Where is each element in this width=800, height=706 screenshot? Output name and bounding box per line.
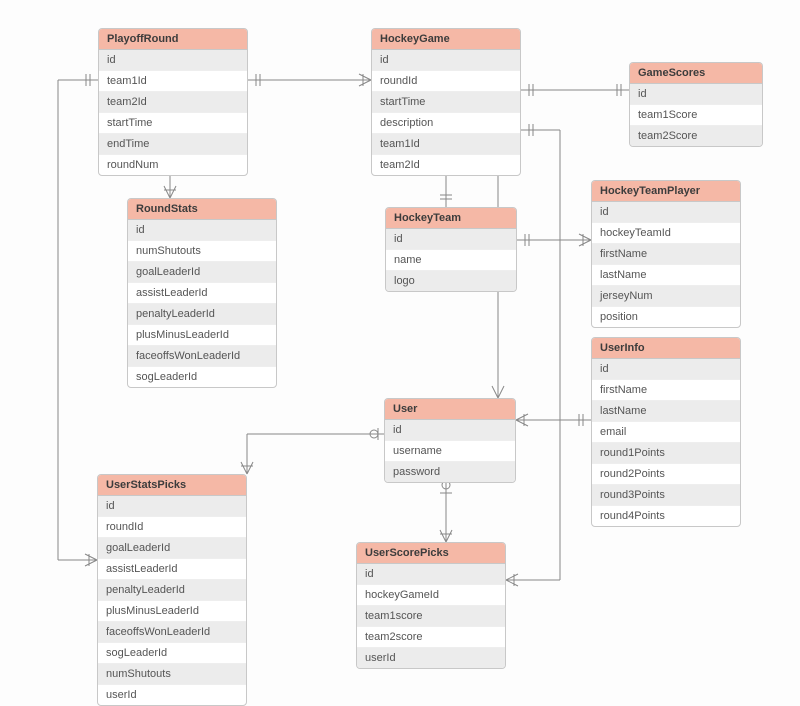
entity-field: position (592, 307, 740, 327)
entity-title: PlayoffRound (99, 29, 247, 50)
entity-field: goalLeaderId (98, 538, 246, 559)
entity-userinfo: UserInfoidfirstNamelastNameemailround1Po… (591, 337, 741, 527)
entity-field: round2Points (592, 464, 740, 485)
entity-field: team1Score (630, 105, 762, 126)
entity-roundstats: RoundStatsidnumShutoutsgoalLeaderIdassis… (127, 198, 277, 388)
entity-field: team1Id (372, 134, 520, 155)
entity-field: id (372, 50, 520, 71)
entity-field: roundId (372, 71, 520, 92)
entity-title: GameScores (630, 63, 762, 84)
entity-field: numShutouts (128, 241, 276, 262)
entity-hockeyteamplayer: HockeyTeamPlayeridhockeyTeamIdfirstNamel… (591, 180, 741, 328)
entity-field: id (385, 420, 515, 441)
entity-title: HockeyGame (372, 29, 520, 50)
entity-field: startTime (99, 113, 247, 134)
entity-userscorepicks: UserScorePicksidhockeyGameIdteam1scorete… (356, 542, 506, 669)
entity-field: goalLeaderId (128, 262, 276, 283)
entity-field: sogLeaderId (98, 643, 246, 664)
entity-field: team2Id (99, 92, 247, 113)
entity-field: description (372, 113, 520, 134)
entity-field: jerseyNum (592, 286, 740, 307)
entity-user: Useridusernamepassword (384, 398, 516, 483)
entity-field: numShutouts (98, 664, 246, 685)
entity-title: UserStatsPicks (98, 475, 246, 496)
entity-field: logo (386, 271, 516, 291)
entity-field: penaltyLeaderId (128, 304, 276, 325)
entity-title: HockeyTeamPlayer (592, 181, 740, 202)
entity-hockeygame: HockeyGameidroundIdstartTimedescriptiont… (371, 28, 521, 176)
entity-field: id (99, 50, 247, 71)
entity-title: RoundStats (128, 199, 276, 220)
entity-field: startTime (372, 92, 520, 113)
entity-field: id (592, 202, 740, 223)
entity-field: hockeyTeamId (592, 223, 740, 244)
entity-title: User (385, 399, 515, 420)
entity-field: userId (357, 648, 505, 668)
entity-field: penaltyLeaderId (98, 580, 246, 601)
entity-gamescores: GameScoresidteam1Scoreteam2Score (629, 62, 763, 147)
entity-title: UserInfo (592, 338, 740, 359)
entity-playoffround: PlayoffRoundidteam1Idteam2IdstartTimeend… (98, 28, 248, 176)
entity-field: email (592, 422, 740, 443)
entity-field: team2Id (372, 155, 520, 175)
entity-userstatspicks: UserStatsPicksidroundIdgoalLeaderIdassis… (97, 474, 247, 706)
entity-field: round1Points (592, 443, 740, 464)
entity-field: team1score (357, 606, 505, 627)
entity-field: id (128, 220, 276, 241)
entity-field: faceoffsWonLeaderId (98, 622, 246, 643)
entity-field: id (357, 564, 505, 585)
entity-field: firstName (592, 244, 740, 265)
entity-field: round4Points (592, 506, 740, 526)
entity-field: team1Id (99, 71, 247, 92)
entity-field: firstName (592, 380, 740, 401)
entity-title: HockeyTeam (386, 208, 516, 229)
entity-field: plusMinusLeaderId (128, 325, 276, 346)
entity-field: faceoffsWonLeaderId (128, 346, 276, 367)
entity-field: assistLeaderId (98, 559, 246, 580)
entity-field: endTime (99, 134, 247, 155)
entity-field: team2Score (630, 126, 762, 146)
entity-field: roundId (98, 517, 246, 538)
entity-field: id (630, 84, 762, 105)
entity-title: UserScorePicks (357, 543, 505, 564)
entity-field: id (592, 359, 740, 380)
entity-field: sogLeaderId (128, 367, 276, 387)
entity-hockeyteam: HockeyTeamidnamelogo (385, 207, 517, 292)
entity-field: roundNum (99, 155, 247, 175)
entity-field: hockeyGameId (357, 585, 505, 606)
entity-field: name (386, 250, 516, 271)
entity-field: lastName (592, 265, 740, 286)
entity-field: password (385, 462, 515, 482)
entity-field: team2score (357, 627, 505, 648)
entity-field: userId (98, 685, 246, 705)
entity-field: round3Points (592, 485, 740, 506)
entity-field: lastName (592, 401, 740, 422)
entity-field: id (386, 229, 516, 250)
entity-field: id (98, 496, 246, 517)
entity-field: username (385, 441, 515, 462)
entity-field: plusMinusLeaderId (98, 601, 246, 622)
entity-field: assistLeaderId (128, 283, 276, 304)
